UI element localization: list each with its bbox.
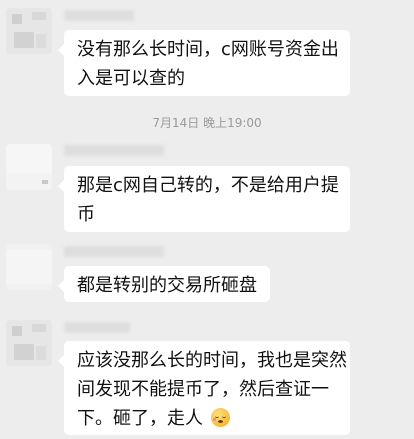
message-bubble[interactable]: 那是c网自己转的，不是给用户提 币	[58, 166, 350, 232]
message-bubble[interactable]: 应该没那么长的时间，我也是突然 间发现不能提币了，然后查证一 下。砸了，走人	[58, 341, 350, 435]
sender-name	[64, 322, 130, 333]
message-text: 下。砸了，走人	[77, 408, 203, 429]
sender-avatar[interactable]	[6, 244, 52, 290]
chat-timestamp: 7月14日 晚上19:00	[152, 116, 262, 130]
sender-name	[64, 10, 134, 21]
face-with-steam-emoji	[210, 408, 230, 427]
sender-name	[64, 246, 164, 257]
message-text: 没有那么长时间，c网账号资金出	[77, 39, 339, 60]
message-text: 那是c网自己转的，不是给用户提	[77, 175, 339, 196]
message-text: 应该没那么长的时间，我也是突然	[77, 350, 347, 371]
sender-avatar[interactable]	[6, 144, 52, 190]
message-bubble[interactable]: 没有那么长时间，c网账号资金出 入是可以查的	[58, 30, 350, 96]
message-text: 间发现不能提币了，然后查证一	[77, 379, 329, 400]
message-bubble[interactable]: 都是转别的交易所砸盘	[58, 266, 270, 302]
sender-avatar[interactable]	[6, 8, 52, 54]
message-text: 都是转别的交易所砸盘	[77, 275, 257, 296]
sender-name	[64, 145, 164, 156]
message-text: 币	[77, 204, 95, 225]
sender-avatar[interactable]	[6, 320, 52, 366]
message-text: 入是可以查的	[77, 68, 185, 89]
